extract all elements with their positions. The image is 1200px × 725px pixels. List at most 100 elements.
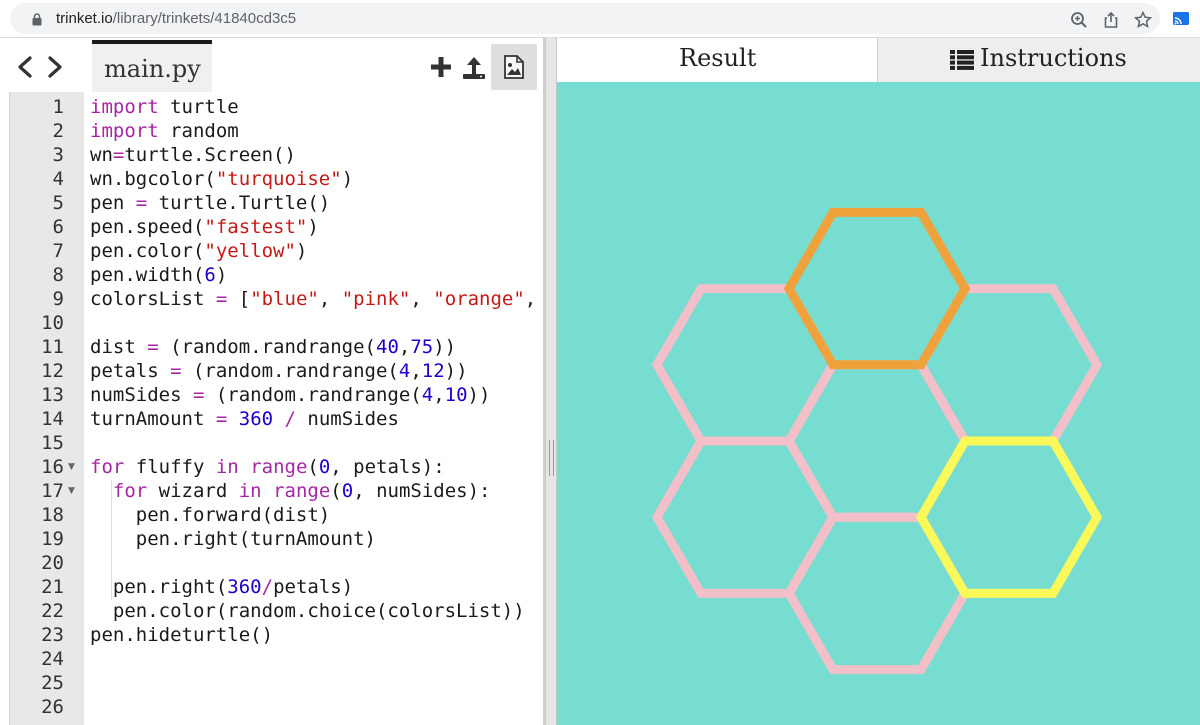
code-token: (random.randrange( xyxy=(158,336,376,358)
code-token: petals) xyxy=(273,576,354,598)
code-token: ) xyxy=(307,216,319,238)
line-number: 17 xyxy=(41,480,64,502)
code-token: , xyxy=(524,288,537,310)
line-number: 15 xyxy=(41,432,64,454)
code-line: pen.hideturtle() xyxy=(90,623,273,647)
address-bar[interactable]: trinket.io/library/trinkets/41840cd3c5 xyxy=(10,3,1160,34)
output-panel: Result Instructions xyxy=(557,38,1200,725)
splitter-grip-icon[interactable] xyxy=(549,440,554,476)
browser-toolbar: trinket.io/library/trinkets/41840cd3c5 xyxy=(0,0,1200,38)
code-line: for fluffy in range(0, petals): xyxy=(90,455,445,479)
code-token: ) xyxy=(295,240,308,262)
tab-main-py[interactable]: main.py xyxy=(92,40,212,92)
code-token: wn.bgcolor( xyxy=(90,168,216,190)
line-number: 10 xyxy=(41,312,64,334)
line-number: 11 xyxy=(41,336,64,358)
line-number: 5 xyxy=(52,192,64,214)
url-text[interactable]: trinket.io/library/trinkets/41840cd3c5 xyxy=(56,10,296,27)
code-token: fluffy xyxy=(124,456,216,478)
upload-icon[interactable] xyxy=(461,54,487,80)
operator: = xyxy=(170,360,182,382)
fold-arrow-icon[interactable]: ▼ xyxy=(68,455,78,479)
image-icon xyxy=(504,55,524,79)
code-token: ) xyxy=(215,264,228,286)
keyword: for xyxy=(112,480,148,502)
tab-result[interactable]: Result xyxy=(557,38,878,82)
code-token: colorsList xyxy=(90,288,216,310)
number-literal: 12 xyxy=(421,360,445,382)
code-line: import turtle xyxy=(90,95,239,119)
number-literal: 360 xyxy=(238,408,274,430)
code-token: , xyxy=(398,336,411,358)
operator: = xyxy=(192,384,205,406)
code-line: dist = (random.randrange(40,75)) xyxy=(90,335,456,359)
code-line: pen.forward(dist) xyxy=(90,503,330,527)
code-line: pen.width(6) xyxy=(90,263,227,287)
code-token: pen.hideturtle() xyxy=(90,624,274,646)
code-token: turnAmount xyxy=(90,408,216,430)
tab-instructions[interactable]: Instructions xyxy=(878,38,1200,82)
number-literal: 0 xyxy=(318,456,331,478)
number-literal: 0 xyxy=(341,480,354,502)
code-token: turtle.Turtle() xyxy=(147,192,331,214)
editor-left-edge xyxy=(0,92,10,725)
code-text-area[interactable]: import turtle import random wn=turtle.Sc… xyxy=(84,92,544,725)
string-literal: "fastest" xyxy=(204,216,308,238)
code-token: ( xyxy=(307,456,319,478)
string-literal: "blue" xyxy=(250,288,319,310)
code-editor-panel: main.py 1 2 3 4 5 6 7 8 9 10 11 12 13 14… xyxy=(0,38,545,725)
code-token: pen.color( xyxy=(90,240,205,262)
hexagon-lower-right xyxy=(915,436,1103,598)
star-icon[interactable] xyxy=(1134,11,1152,29)
share-icon[interactable] xyxy=(1102,11,1120,29)
builtin: range xyxy=(273,480,331,502)
number-literal: 360 xyxy=(227,576,262,598)
code-line: pen.right(turnAmount) xyxy=(90,527,376,551)
code-token: numSides xyxy=(295,408,399,430)
string-literal: "orange" xyxy=(433,288,525,310)
line-number-gutter: 1 2 3 4 5 6 7 8 9 10 11 12 13 14 15 16 ▼… xyxy=(10,92,84,725)
lock-icon xyxy=(32,13,42,26)
code-token: wizard xyxy=(147,480,239,502)
zoom-icon[interactable] xyxy=(1070,11,1088,29)
hexagon-top xyxy=(783,207,971,370)
operator: = xyxy=(215,288,228,310)
code-token: , numSides): xyxy=(353,480,491,502)
string-literal: "yellow" xyxy=(204,240,296,262)
turtle-canvas[interactable] xyxy=(557,82,1200,725)
cast-icon[interactable] xyxy=(1172,10,1190,28)
line-number: 12 xyxy=(41,360,64,382)
fold-arrow-icon[interactable]: ▼ xyxy=(68,479,78,503)
keyword: for xyxy=(90,456,125,478)
tab-instructions-label: Instructions xyxy=(980,44,1127,72)
line-number: 7 xyxy=(52,240,64,262)
image-library-button[interactable] xyxy=(491,44,537,90)
operator: = xyxy=(147,336,159,358)
code-token: )) xyxy=(444,360,468,382)
code-token: wn xyxy=(90,144,113,166)
add-file-icon[interactable] xyxy=(430,56,452,78)
line-number: 18 xyxy=(41,504,64,526)
back-arrow-icon[interactable] xyxy=(18,56,32,78)
number-literal: 4 xyxy=(398,360,411,382)
line-number: 21 xyxy=(41,576,64,598)
code-line: for wizard in range(0, numSides): xyxy=(90,479,491,503)
list-icon xyxy=(950,50,974,70)
line-number: 25 xyxy=(41,672,64,694)
line-number: 14 xyxy=(41,408,64,430)
panel-splitter[interactable] xyxy=(545,38,557,725)
line-number: 19 xyxy=(41,528,64,550)
forward-arrow-icon[interactable] xyxy=(48,56,62,78)
code-line: numSides = (random.randrange(4,10)) xyxy=(90,383,490,407)
code-token: pen.speed( xyxy=(90,216,205,238)
operator: = xyxy=(135,192,148,214)
line-number: 24 xyxy=(41,648,64,670)
editor-header: main.py xyxy=(0,38,545,92)
keyword: import xyxy=(90,120,159,142)
code-line: pen.color(random.choice(colorsList)) xyxy=(90,599,525,623)
code-token: , xyxy=(410,288,434,310)
code-token: (random.randrange( xyxy=(181,360,399,382)
